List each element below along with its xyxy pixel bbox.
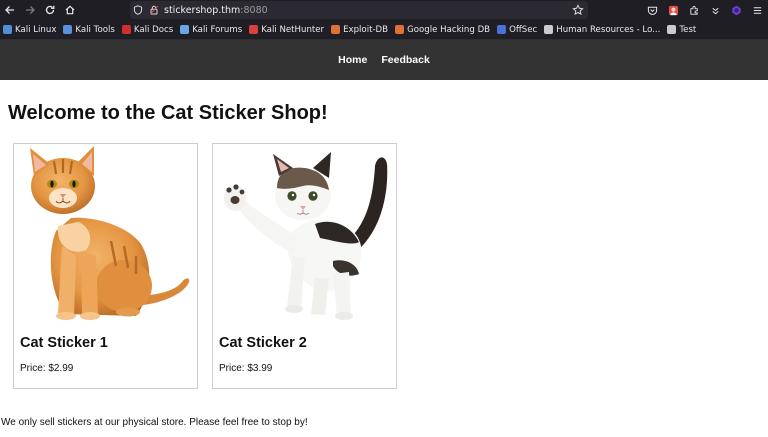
site-navbar: Home Feedback [0,40,768,80]
product-price: Price: $3.99 [219,363,273,374]
bookmark-label: Test [679,24,697,35]
url-port: :8080 [240,4,268,16]
bookmark-item[interactable]: OffSec [497,25,537,35]
browser-toolbar: stickershop.thm:8080 [0,0,768,20]
store-notice: We only sell stickers at our physical st… [1,417,308,428]
forward-icon[interactable] [20,0,40,20]
reload-icon[interactable] [40,0,60,20]
extensions-icon[interactable] [684,0,705,20]
page-title: Welcome to the Cat Sticker Shop! [8,102,328,124]
bookmark-item[interactable]: Kali Linux [3,25,56,35]
not-secure-lock-icon[interactable] [146,1,162,19]
kali-docs-icon [121,25,131,34]
nethunter-icon [249,25,259,34]
nav-link-feedback[interactable]: Feedback [381,54,429,66]
extension-hexagon-icon[interactable] [726,0,747,20]
product-card[interactable]: Cat Sticker 1 Price: $2.99 [13,143,198,389]
offsec-icon [497,25,507,34]
bookmark-label: Kali Linux [15,24,57,35]
bookmark-label: Kali NetHunter [261,24,325,35]
nav-link-home[interactable]: Home [338,54,367,66]
bookmark-label: Exploit-DB [343,24,389,35]
product-image-calico-kitten [215,146,394,324]
bookmark-label: OffSec [509,24,538,35]
bookmark-label: Human Resources - Lo... [556,24,661,35]
product-card[interactable]: Cat Sticker 2 Price: $3.99 [212,143,397,389]
bookmark-label: Kali Tools [75,24,115,35]
bookmarks-bar: Kali Linux Kali Tools Kali Docs Kali Forums… [0,20,768,40]
exploit-db-icon [331,25,341,34]
product-name: Cat Sticker 1 [20,335,108,351]
bookmark-item[interactable]: Human Resources - Lo... [544,25,660,35]
bookmark-item[interactable]: Kali NetHunter [249,25,324,35]
url-bar[interactable]: stickershop.thm:8080 [130,1,588,19]
menu-icon[interactable] [747,0,768,20]
profile-avatar-icon[interactable] [663,0,684,20]
back-icon[interactable] [0,0,20,20]
bookmark-item[interactable]: Google Hacking DB [395,25,490,35]
bookmark-label: Kali Forums [192,24,243,35]
wordpress-icon [544,25,554,34]
bookmark-item[interactable]: Test [667,25,696,35]
bookmark-label: Kali Docs [133,24,174,35]
ghdb-icon [395,25,405,34]
shield-icon[interactable] [130,1,146,19]
product-image-orange-cat [16,146,195,324]
bookmark-star-icon[interactable] [572,4,584,16]
home-icon[interactable] [60,0,80,20]
bookmark-item[interactable]: Kali Forums [180,25,242,35]
globe-icon [667,25,677,34]
bookmark-item[interactable]: Kali Docs [121,24,174,35]
bookmark-label: Google Hacking DB [407,24,491,35]
overflow-chevron-icon[interactable] [705,0,726,20]
kali-forums-icon [180,25,190,34]
web-page: Home Feedback Welcome to the Cat Sticker… [0,40,768,437]
kali-tools-icon [63,25,73,34]
product-price: Price: $2.99 [20,363,74,374]
bookmark-item[interactable]: Exploit-DB [331,25,388,35]
url-host: stickershop.thm [164,4,241,16]
bookmark-item[interactable]: Kali Tools [63,24,115,35]
product-name: Cat Sticker 2 [219,335,307,351]
kali-dragon-icon [3,25,12,34]
pocket-icon[interactable] [642,0,663,20]
